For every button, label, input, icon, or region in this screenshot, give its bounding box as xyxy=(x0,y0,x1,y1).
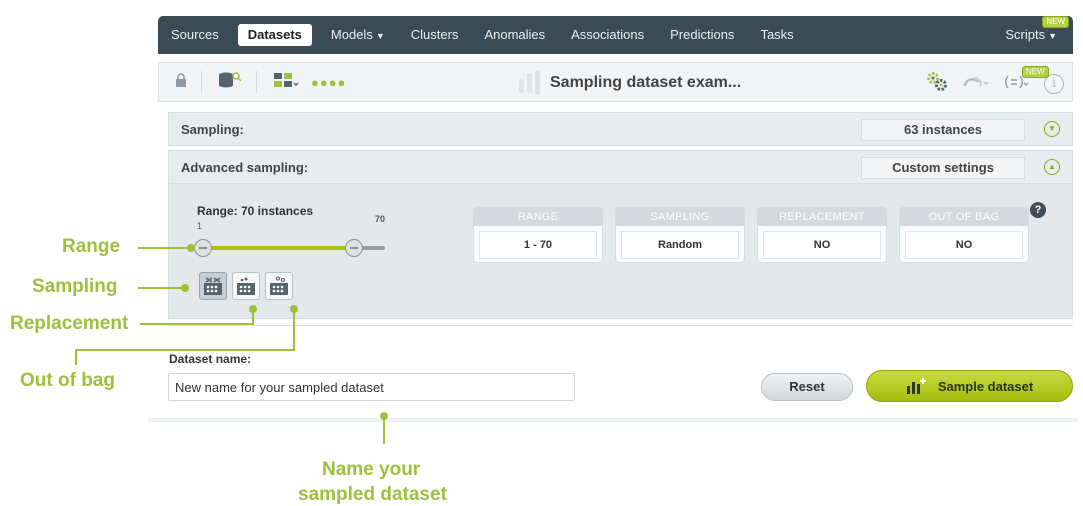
range-card: RANGE 1 - 70 xyxy=(473,207,603,263)
out-of-bag-card: OUT OF BAG NO xyxy=(899,207,1029,263)
collapse-toggle-icon[interactable]: ▲ xyxy=(1044,159,1060,175)
range-card-header: RANGE xyxy=(474,208,602,226)
sampling-card-value: Random xyxy=(621,231,739,259)
dataset-name-input[interactable] xyxy=(168,373,575,401)
annotation-out-of-bag-line-h xyxy=(75,349,295,351)
list-icon[interactable]: NEW xyxy=(1004,66,1049,93)
toolbar-divider xyxy=(201,71,202,93)
nav-datasets[interactable]: Datasets xyxy=(237,24,312,46)
random-sampling-icon xyxy=(204,277,222,295)
sampling-out-of-bag-button[interactable] xyxy=(265,272,293,300)
expand-toggle-icon[interactable]: ▼ xyxy=(1044,121,1060,137)
replacement-card-header: REPLACEMENT xyxy=(758,208,886,226)
annotation-replacement: Replacement xyxy=(10,313,129,334)
annotation-name-line xyxy=(383,416,385,444)
out-of-bag-icon xyxy=(270,276,288,295)
range-max-label: 70 xyxy=(375,214,386,224)
advanced-sampling-body: Range: 70 instances 1 70 RANGE 1 - 70 SA… xyxy=(168,184,1073,319)
annotation-replacement-dot xyxy=(249,305,257,313)
advanced-sampling-bar[interactable]: Advanced sampling: Custom settings ▲ xyxy=(168,150,1073,184)
sample-dataset-button[interactable]: Sample dataset xyxy=(866,370,1073,402)
range-max-handle[interactable] xyxy=(345,239,363,257)
sampling-card: SAMPLING Random xyxy=(615,207,745,263)
new-badge: NEW xyxy=(1042,16,1069,28)
sample-dataset-label: Sample dataset xyxy=(937,378,1034,394)
sampling-options xyxy=(199,272,293,300)
nav-tasks[interactable]: Tasks xyxy=(747,16,806,54)
annotation-replacement-line-h xyxy=(140,323,254,325)
dataset-bars-icon xyxy=(519,71,540,95)
toolbar-divider xyxy=(256,71,257,93)
main-navigation: Sources Datasets Models ▼ Clusters Anomal… xyxy=(158,16,1073,54)
dataset-filter-icon[interactable] xyxy=(273,71,299,93)
nav-models-label: Models xyxy=(330,27,373,42)
nav-sources[interactable]: Sources xyxy=(158,16,232,54)
annotation-sampling-dot xyxy=(181,284,189,292)
dataset-toolbar: ●●●● Sampling dataset exam... NEW i xyxy=(158,62,1073,102)
sampling-summary: 63 instances xyxy=(861,119,1025,141)
page-bottom-strip xyxy=(148,418,1078,422)
sampling-label: Sampling: xyxy=(181,121,244,137)
dataset-name-label: Dataset name: xyxy=(169,352,252,366)
dataset-title-text: Sampling dataset exam... xyxy=(550,74,742,91)
sampling-card-header: SAMPLING xyxy=(616,208,744,226)
more-dots-icon[interactable]: ●●●● xyxy=(311,75,346,90)
out-of-bag-card-value: NO xyxy=(905,231,1023,259)
annotation-name-line2: sampled dataset xyxy=(298,484,447,505)
range-title: Range: 70 instances xyxy=(197,204,314,218)
reset-button[interactable]: Reset xyxy=(761,373,853,401)
gears-icon[interactable] xyxy=(926,71,948,96)
help-icon[interactable]: ? xyxy=(1030,202,1046,218)
section-divider xyxy=(168,325,1073,326)
range-slider-fill xyxy=(203,246,354,250)
nav-associations[interactable]: Associations xyxy=(558,16,657,54)
dataset-title: Sampling dataset exam... xyxy=(519,71,741,95)
annotation-name-line1: Name your xyxy=(322,459,421,480)
annotation-sampling-line xyxy=(138,287,183,289)
dataset-search-icon[interactable] xyxy=(218,71,242,93)
caret-down-icon: ▼ xyxy=(1048,31,1057,41)
caret-down-icon: ▼ xyxy=(375,31,385,41)
out-of-bag-card-header: OUT OF BAG xyxy=(900,208,1028,226)
sampling-bar[interactable]: Sampling: 63 instances ▼ xyxy=(168,112,1073,146)
replacement-card: REPLACEMENT NO xyxy=(757,207,887,263)
sample-chart-icon xyxy=(906,378,926,394)
advanced-sampling-label: Advanced sampling: xyxy=(181,159,309,175)
nav-clusters[interactable]: Clusters xyxy=(398,16,472,54)
toolbar-actions: NEW i xyxy=(926,66,1064,96)
sampling-replacement-button[interactable] xyxy=(232,272,260,300)
nav-anomalies[interactable]: Anomalies xyxy=(471,16,558,54)
annotation-out-of-bag-dot xyxy=(290,305,298,313)
nav-scripts-label: Scripts xyxy=(1005,27,1046,42)
annotation-range: Range xyxy=(62,236,121,257)
range-card-value: 1 - 70 xyxy=(479,231,597,259)
range-min-handle[interactable] xyxy=(194,239,212,257)
annotation-out-of-bag-line-v xyxy=(293,311,295,351)
annotation-range-dot xyxy=(187,244,195,252)
annotation-out-of-bag-line-left xyxy=(75,349,77,365)
sampling-random-button[interactable] xyxy=(199,272,227,300)
sampling-panels: Sampling: 63 instances ▼ Advanced sampli… xyxy=(168,112,1073,319)
lock-icon[interactable] xyxy=(175,72,187,92)
replacement-icon xyxy=(237,277,255,295)
nav-predictions[interactable]: Predictions xyxy=(657,16,747,54)
nav-models[interactable]: Models ▼ xyxy=(318,16,398,54)
range-min-label: 1 xyxy=(197,221,203,231)
new-badge: NEW xyxy=(1022,66,1049,78)
annotation-range-line xyxy=(138,247,190,249)
cluster-icon[interactable] xyxy=(962,74,990,93)
annotation-sampling: Sampling xyxy=(32,276,118,297)
annotation-out-of-bag: Out of bag xyxy=(20,370,115,391)
advanced-sampling-summary: Custom settings xyxy=(861,157,1025,179)
sampling-summary-cards: RANGE 1 - 70 SAMPLING Random REPLACEMENT… xyxy=(473,207,1029,263)
replacement-card-value: NO xyxy=(763,231,881,259)
